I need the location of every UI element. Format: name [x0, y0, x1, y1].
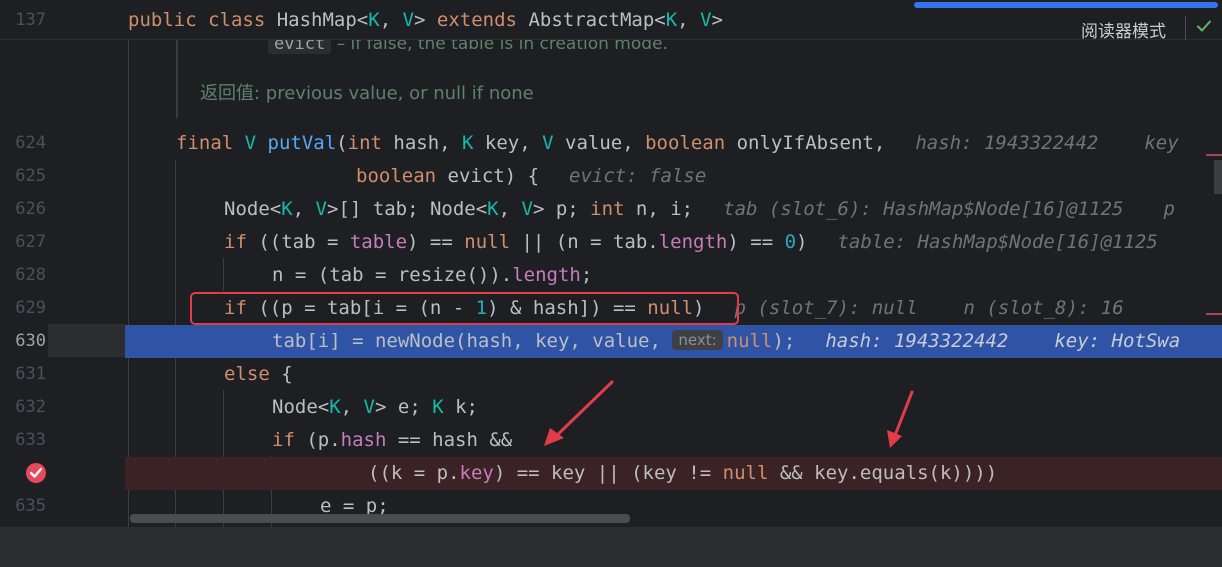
code-line-634-breakpoint[interactable]: ((k = p.key) == key || (key != null && k…: [125, 457, 1222, 490]
annotation-arrow-icon: [544, 380, 614, 446]
code-line-631[interactable]: else {: [125, 358, 1222, 391]
breakpoint-check-icon[interactable]: [25, 462, 47, 484]
doc-return-line: 返回值: previous value, or null if none: [200, 83, 534, 104]
error-stripe-mark[interactable]: [1206, 313, 1222, 315]
bottom-panel-strip: [0, 527, 1222, 567]
line-number-current: 630: [15, 331, 46, 351]
annotation-highlight-box: [190, 292, 739, 325]
code-line-626[interactable]: Node<K, V>[] tab; Node<K, V> p; int n, i…: [125, 193, 1222, 226]
javadoc-rendered: evict – if false, the table is in creati…: [176, 34, 1222, 130]
sticky-class-declaration[interactable]: public class HashMap<K, V> extends Abstr…: [128, 8, 723, 32]
line-number: 624: [15, 133, 46, 153]
line-number: 627: [15, 232, 46, 252]
line-number: 628: [15, 265, 46, 285]
inline-debug-value: evict: false: [569, 165, 707, 187]
vertical-scrollbar-thumb[interactable]: [1214, 160, 1222, 194]
sticky-scroll-header[interactable]: 137 public class HashMap<K, V> extends A…: [0, 0, 1222, 42]
inline-debug-value: key: HotSwa: [1054, 330, 1181, 352]
code-line-625[interactable]: boolean evict) {evict: false: [125, 160, 1222, 193]
code-line-624[interactable]: final V putVal(int hash, K key, V value,…: [125, 127, 1222, 160]
line-number: 632: [15, 397, 46, 417]
error-stripe-mark[interactable]: [1206, 154, 1222, 156]
inline-debug-value: n (slot_8): 16: [963, 297, 1124, 319]
inline-debug-value: p (slot_7): null: [734, 297, 918, 319]
line-number: 635: [15, 496, 46, 516]
inline-debug-value: key: [1144, 132, 1179, 154]
line-number: 626: [15, 199, 46, 219]
inline-debug-value: table: HashMap$Node[16]@1125: [837, 231, 1158, 253]
current-line-gutter-highlight: [48, 324, 125, 357]
inline-debug-value: hash: 1943322442: [915, 132, 1099, 154]
toolbar-separator: [1185, 16, 1186, 40]
line-number: 633: [15, 430, 46, 450]
inline-debug-value: p: [1163, 198, 1175, 220]
code-line-633[interactable]: if (p.hash == hash &&: [125, 424, 1222, 457]
check-icon[interactable]: [1196, 18, 1212, 34]
annotation-arrow-icon: [887, 390, 914, 448]
code-line-627[interactable]: if ((tab = table) == null || (n = tab.le…: [125, 226, 1222, 259]
line-number: 631: [15, 364, 46, 384]
code-line-628[interactable]: n = (tab = resize()).length;: [125, 259, 1222, 292]
code-line-632[interactable]: Node<K, V> e; K k;: [125, 391, 1222, 424]
top-scroll-indicator: [914, 2, 1218, 8]
parameter-hint-next: next:: [672, 330, 723, 350]
doc-rule: [176, 40, 178, 118]
inline-debug-value: tab (slot_6): HashMap$Node[16]@1125: [723, 198, 1124, 220]
line-number: 629: [15, 298, 46, 318]
inline-debug-value: hash: 1943322442: [825, 330, 1009, 352]
horizontal-scrollbar[interactable]: [130, 514, 630, 523]
reader-mode-button[interactable]: 阅读器模式: [1081, 17, 1166, 42]
line-number: 137: [15, 10, 46, 30]
code-line-630-execution-point[interactable]: tab[i] = newNode(hash, key, value, next:…: [125, 325, 1222, 358]
line-number: 625: [15, 166, 46, 186]
